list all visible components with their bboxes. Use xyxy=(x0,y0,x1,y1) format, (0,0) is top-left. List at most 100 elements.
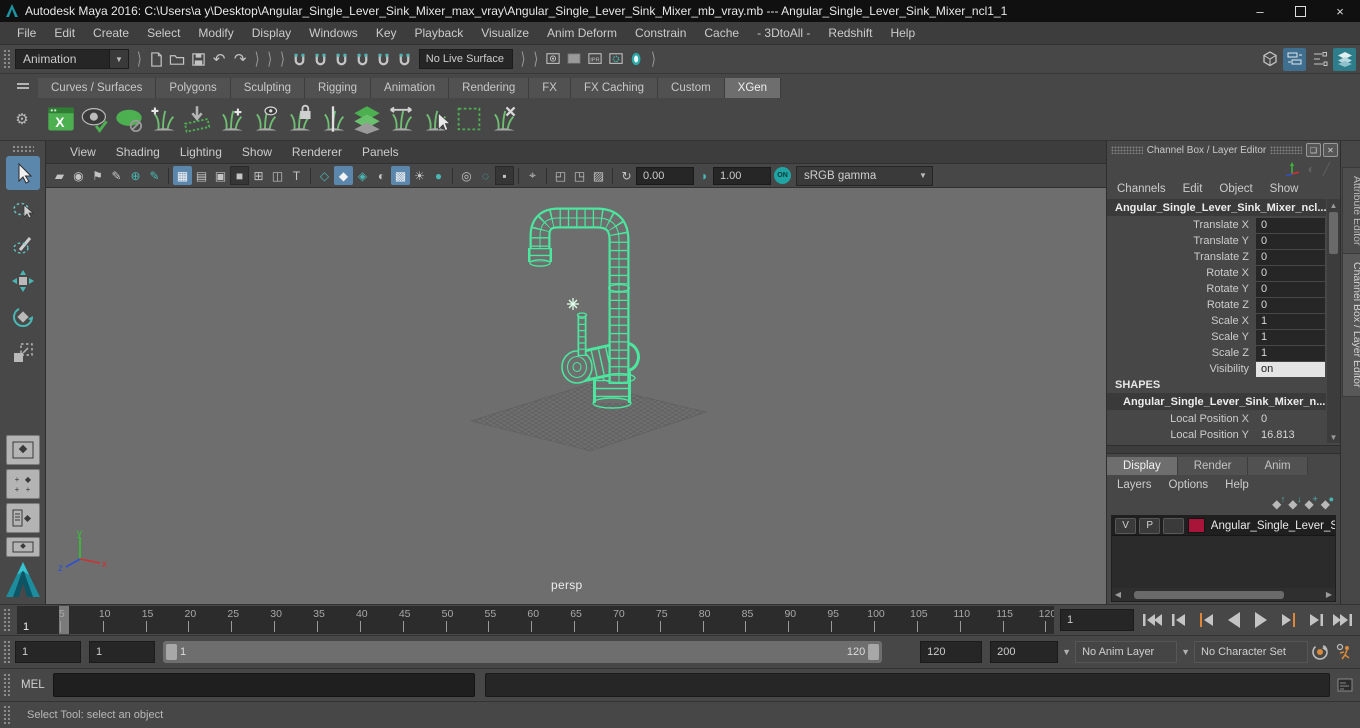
scroll-down-icon[interactable]: ▼ xyxy=(1330,431,1338,443)
layer-horizontal-scrollbar[interactable]: ◀ ▶ xyxy=(1112,588,1335,601)
panel-menu-renderer[interactable]: Renderer xyxy=(282,145,352,159)
layer-editor-menu-help[interactable]: Help xyxy=(1225,479,1258,491)
xgen-export-patches-icon[interactable] xyxy=(181,103,213,135)
motion-blur-icon[interactable]: ◌ xyxy=(476,166,495,185)
isolate-select-icon[interactable]: ◰ xyxy=(551,166,570,185)
manipulator-icon[interactable] xyxy=(1284,162,1300,176)
safe-action-icon[interactable]: ◫ xyxy=(268,166,287,185)
range-slider-drag-handle[interactable] xyxy=(3,640,11,664)
layout-four-pane-button[interactable]: + ◆ + + xyxy=(5,469,40,499)
close-panel-icon[interactable]: ✕ xyxy=(1323,143,1339,157)
minimize-button[interactable]: – xyxy=(1240,0,1280,22)
group-separator[interactable]: ⟩ xyxy=(533,49,538,69)
xgen-editor-icon[interactable]: X xyxy=(45,103,77,135)
help-line-drag-handle[interactable] xyxy=(3,705,11,725)
menu-item-cache[interactable]: Cache xyxy=(695,26,748,40)
group-separator[interactable]: ⟩ xyxy=(255,49,260,69)
channel-box-menu-show[interactable]: Show xyxy=(1270,183,1308,195)
menu-item-help[interactable]: Help xyxy=(881,26,924,40)
group-separator[interactable]: ⟩ xyxy=(280,49,285,69)
range-start-handle[interactable] xyxy=(166,644,177,660)
ipr-render-icon[interactable]: IPR xyxy=(584,49,605,70)
layer-color-swatch[interactable] xyxy=(1188,518,1205,533)
layer-editor-menu-options[interactable]: Options xyxy=(1169,479,1218,491)
menu-set-selector[interactable]: Animation ▼ xyxy=(15,49,129,69)
layer-row[interactable]: V P Angular_Single_Lever_Si xyxy=(1112,516,1335,536)
field-chart-icon[interactable]: ⊞ xyxy=(249,166,268,185)
exposure-field[interactable]: 0.00 xyxy=(636,166,694,185)
channel-value[interactable]: 1 xyxy=(1256,313,1325,329)
menu-item-playback[interactable]: Playback xyxy=(406,26,473,40)
animation-end-field[interactable]: 200 xyxy=(990,641,1059,663)
move-layer-down-icon[interactable]: ◆ ↓ xyxy=(1288,494,1301,510)
tab-channel-box-layer-editor[interactable]: Channel Box / Layer Editor xyxy=(1342,253,1360,397)
textured-icon[interactable]: ◈ xyxy=(353,166,372,185)
script-editor-icon[interactable] xyxy=(1334,674,1356,696)
render-current-frame-icon[interactable] xyxy=(563,49,584,70)
shelf-tab-animation[interactable]: Animation xyxy=(371,78,450,98)
menu-item-modify[interactable]: Modify xyxy=(189,26,242,40)
snap-to-grids-icon[interactable] xyxy=(289,49,310,70)
go-to-end-button[interactable] xyxy=(1329,610,1354,630)
shaded-icon[interactable]: ◆ xyxy=(334,166,353,185)
layer-editor-tab-display[interactable]: Display xyxy=(1107,457,1178,475)
panel-drag-handle[interactable] xyxy=(1270,146,1303,154)
snap-to-view-planes-icon[interactable] xyxy=(373,49,394,70)
group-separator[interactable]: ⟩ xyxy=(267,49,272,69)
camera-attributes-icon[interactable]: ⊕ xyxy=(126,166,145,185)
pencil-icon[interactable]: ✎ xyxy=(145,166,164,185)
current-time-field[interactable]: 1 xyxy=(1060,609,1134,631)
move-layer-up-icon[interactable]: ◆ ↑ xyxy=(1272,494,1285,510)
playback-range-bar[interactable]: 1 120 xyxy=(163,641,883,663)
menu-item-constrain[interactable]: Constrain xyxy=(626,26,695,40)
scrollbar-thumb[interactable] xyxy=(1134,590,1284,599)
channel-value[interactable]: 16.813 xyxy=(1256,428,1325,443)
snap-to-points-icon[interactable] xyxy=(331,49,352,70)
tool-settings-toggle[interactable] xyxy=(1283,47,1306,71)
shelf-tab-rendering[interactable]: Rendering xyxy=(449,78,530,98)
playback-end-field[interactable]: 120 xyxy=(920,641,983,663)
occlusion-icon[interactable]: ◎ xyxy=(457,166,476,185)
channel-value[interactable]: 0 xyxy=(1256,412,1325,427)
group-separator[interactable]: ⟩ xyxy=(651,49,656,69)
exposure-refresh-icon[interactable]: ↻ xyxy=(617,166,636,185)
auto-keyframe-toggle[interactable] xyxy=(1308,640,1332,664)
channel-value[interactable]: 1 xyxy=(1256,345,1325,361)
render-view-icon[interactable] xyxy=(542,49,563,70)
open-scene-icon[interactable] xyxy=(167,49,188,70)
shelf-tab-sculpting[interactable]: Sculpting xyxy=(230,78,306,98)
use-default-material-icon[interactable]: ◐ xyxy=(372,166,391,185)
command-line-drag-handle[interactable] xyxy=(3,673,11,697)
modeling-toolkit-toggle[interactable] xyxy=(1258,48,1281,71)
layer-editor-tab-anim[interactable]: Anim xyxy=(1248,457,1308,475)
shape-name-row[interactable]: Angular_Single_Lever_Sink_Mixer_n... xyxy=(1107,393,1326,410)
menu-item-create[interactable]: Create xyxy=(84,26,138,40)
contrast-icon[interactable]: ◑ xyxy=(694,166,713,185)
xgen-width-tool-icon[interactable] xyxy=(385,103,417,135)
xgen-region-tool-icon[interactable] xyxy=(453,103,485,135)
layer-visible-toggle[interactable]: V xyxy=(1115,517,1137,534)
redo-icon[interactable]: ↷ xyxy=(230,49,251,70)
viewport-canvas[interactable]: y x z persp xyxy=(46,188,1106,604)
group-separator[interactable]: ⟩ xyxy=(137,49,142,69)
animation-preferences-icon[interactable] xyxy=(1332,640,1356,664)
speed-state-icon[interactable]: ◐ xyxy=(1308,162,1315,176)
status-line-drag-handle[interactable] xyxy=(3,49,11,69)
step-back-key-button[interactable] xyxy=(1167,610,1192,630)
attribute-editor-toggle[interactable] xyxy=(1308,48,1331,71)
translucency-icon[interactable]: ▪ xyxy=(495,166,514,185)
xgen-select-description-icon[interactable] xyxy=(419,103,451,135)
shelf-tab-custom[interactable]: Custom xyxy=(658,78,725,98)
object-select-icon[interactable]: ⌖ xyxy=(523,166,542,185)
channel-value[interactable]: 1 xyxy=(1256,329,1325,345)
xgen-description-visibility-icon[interactable] xyxy=(249,103,281,135)
channel-box-menu-channels[interactable]: Channels xyxy=(1117,183,1175,195)
command-language-label[interactable]: MEL xyxy=(21,679,45,691)
view-transform-dropdown[interactable]: sRGB gamma ▼ xyxy=(796,165,933,186)
snap-to-projected-center-icon[interactable] xyxy=(352,49,373,70)
xgen-delete-description-icon[interactable] xyxy=(487,103,519,135)
shelf-tab-rigging[interactable]: Rigging xyxy=(305,78,372,98)
new-layer-from-selected-icon[interactable]: ◆ ● xyxy=(1321,494,1334,510)
live-surface-field[interactable]: No Live Surface xyxy=(418,49,513,69)
xgen-lock-description-icon[interactable] xyxy=(283,103,315,135)
